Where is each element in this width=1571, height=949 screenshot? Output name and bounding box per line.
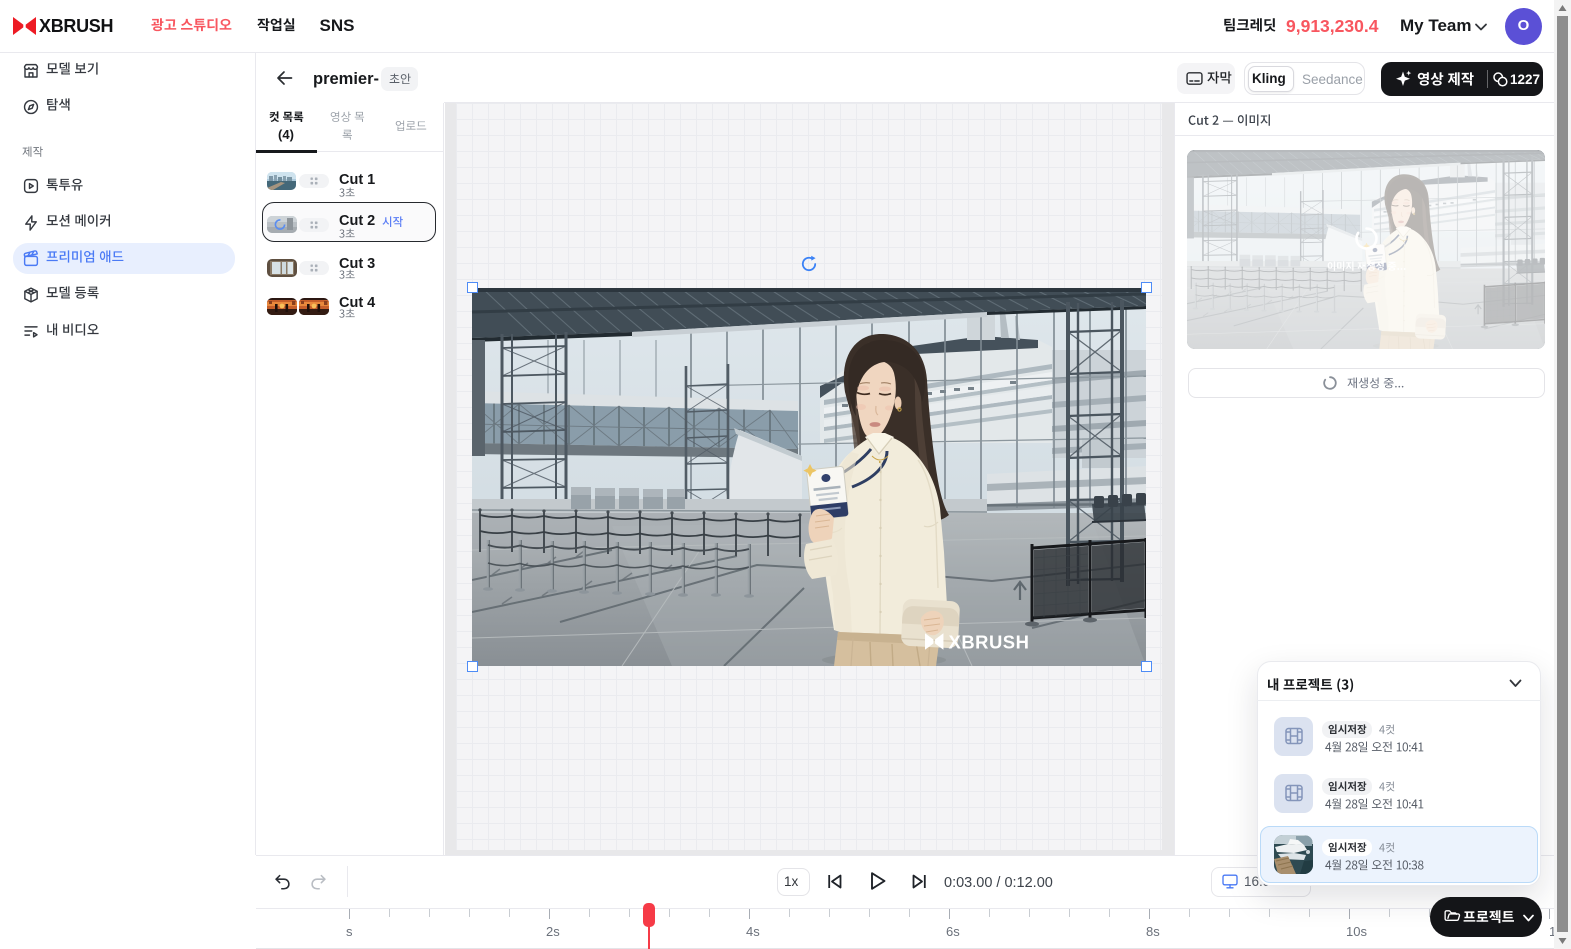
svg-text:XBRUSH: XBRUSH (949, 632, 1030, 653)
